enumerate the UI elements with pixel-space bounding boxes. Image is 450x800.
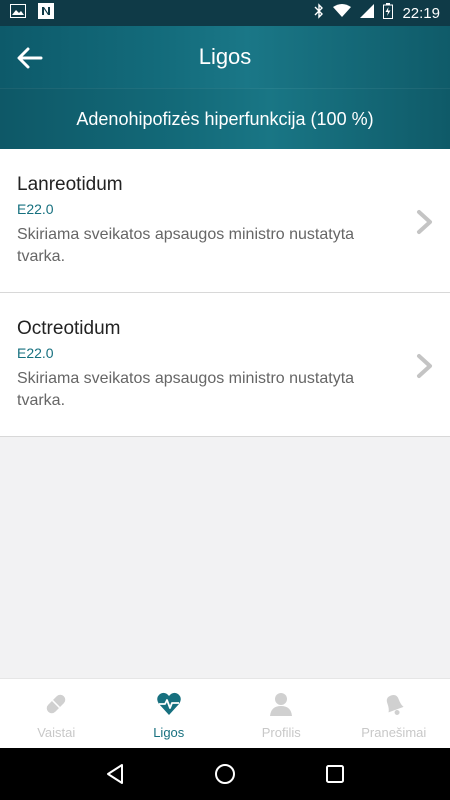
wifi-icon <box>333 4 352 22</box>
nav-label: Pranešimai <box>361 725 427 740</box>
arrow-left-icon <box>17 47 43 69</box>
nav-label: Vaistai <box>37 725 76 740</box>
square-recents-icon <box>326 765 344 783</box>
bell-icon <box>386 694 404 715</box>
system-nav-bar <box>0 748 450 800</box>
chevron-right-icon <box>417 354 432 378</box>
status-bar: 22:19 <box>0 0 450 26</box>
n-notification-icon <box>38 3 54 23</box>
heart-pulse-icon <box>156 692 181 715</box>
nav-item-pranesimai[interactable]: Pranešimai <box>338 679 450 748</box>
signal-icon <box>360 4 375 22</box>
image-notification-icon <box>10 4 26 22</box>
nav-item-ligos[interactable]: Ligos <box>113 679 226 748</box>
item-title: Lanreotidum <box>17 174 123 195</box>
chevron-right-icon <box>417 210 432 234</box>
system-recents-button[interactable] <box>320 759 350 789</box>
item-description: Skiriama sveikatos apsaugos ministro nus… <box>17 226 355 265</box>
circle-home-icon <box>215 764 235 784</box>
triangle-back-icon <box>107 764 123 784</box>
pill-icon <box>47 694 66 714</box>
app-bar: Ligos <box>0 26 450 88</box>
nav-item-profilis[interactable]: Profilis <box>225 679 338 748</box>
list-item[interactable]: Lanreotidum E22.0 Skiriama sveikatos aps… <box>0 149 450 293</box>
item-code: E22.0 <box>17 201 54 217</box>
status-time: 22:19 <box>402 4 440 22</box>
item-description: Skiriama sveikatos apsaugos ministro nus… <box>17 370 355 409</box>
item-title: Octreotidum <box>17 318 121 339</box>
system-back-button[interactable] <box>100 759 130 789</box>
person-icon <box>270 693 293 716</box>
medicine-list: Lanreotidum E22.0 Skiriama sveikatos aps… <box>0 149 450 437</box>
bluetooth-icon <box>314 3 324 23</box>
disease-subheader: Adenohipofizės hiperfunkcija (100 %) <box>0 88 450 149</box>
nav-item-vaistai[interactable]: Vaistai <box>0 679 113 748</box>
page-title: Ligos <box>198 44 252 69</box>
battery-icon <box>383 3 394 23</box>
item-code: E22.0 <box>17 345 54 361</box>
nav-label: Ligos <box>153 725 185 740</box>
list-item[interactable]: Octreotidum E22.0 Skiriama sveikatos aps… <box>0 293 450 437</box>
nav-label: Profilis <box>261 725 301 740</box>
bottom-nav: Vaistai Ligos Profilis Pranešimai <box>0 678 450 748</box>
back-button[interactable] <box>14 42 46 74</box>
system-home-button[interactable] <box>210 759 240 789</box>
